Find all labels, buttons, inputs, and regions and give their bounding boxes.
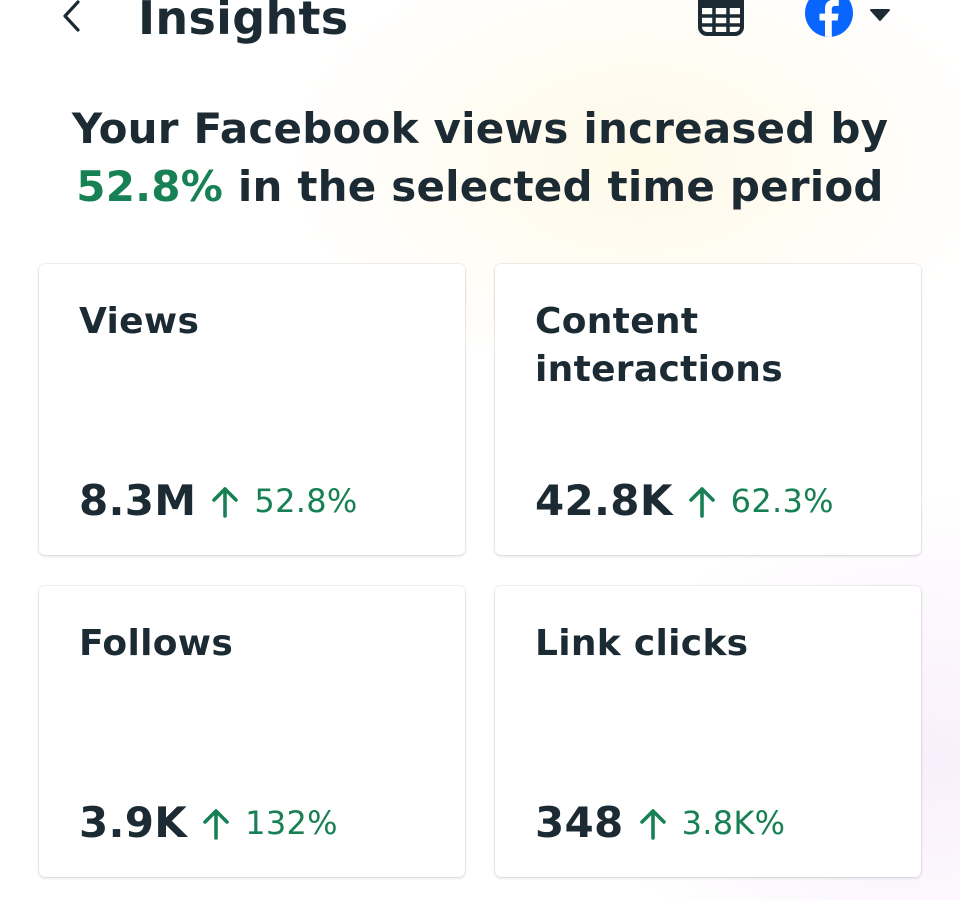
card-metric: 8.3M 52.8% bbox=[79, 472, 358, 530]
metric-card-follows[interactable]: Follows 3.9K 132% bbox=[39, 586, 465, 877]
arrow-up-icon bbox=[688, 487, 715, 518]
metric-change: 62.3% bbox=[730, 482, 834, 520]
metric-card-views[interactable]: Views 8.3M 52.8% bbox=[39, 264, 465, 555]
summary-suffix: in the selected time period bbox=[237, 162, 884, 211]
metric-change: 52.8% bbox=[254, 482, 358, 520]
arrow-up-icon bbox=[212, 487, 239, 518]
metric-change: 132% bbox=[245, 804, 338, 842]
summary-percent: 52.8% bbox=[76, 162, 224, 211]
date-range-button[interactable] bbox=[696, 0, 746, 40]
metric-card-link-clicks[interactable]: Link clicks 348 3.8K% bbox=[495, 586, 921, 877]
insights-summary: Your Facebook views increased by 52.8% i… bbox=[40, 100, 920, 216]
card-metric: 348 3.8K% bbox=[535, 794, 785, 852]
metric-value: 8.3M bbox=[79, 476, 197, 525]
card-metric: 42.8K 62.3% bbox=[535, 472, 834, 530]
chevron-left-icon bbox=[63, 0, 80, 32]
metric-card-content-interactions[interactable]: Content interactions 42.8K 62.3% bbox=[495, 264, 921, 555]
summary-prefix: Your Facebook views increased by bbox=[71, 104, 889, 153]
metric-value: 3.9K bbox=[79, 798, 188, 847]
arrow-up-icon bbox=[203, 809, 229, 840]
caret-down-icon bbox=[870, 9, 890, 21]
card-title: Content interactions bbox=[535, 301, 783, 390]
card-metric: 3.9K 132% bbox=[79, 794, 338, 852]
back-button[interactable] bbox=[50, 0, 94, 38]
arrow-up-icon bbox=[639, 809, 666, 840]
account-switcher[interactable] bbox=[798, 0, 898, 40]
metric-value: 42.8K bbox=[535, 476, 673, 525]
card-title: Follows bbox=[79, 623, 234, 664]
card-title: Link clicks bbox=[535, 623, 749, 664]
facebook-logo-icon bbox=[805, 0, 853, 37]
app-header: Insights bbox=[0, 0, 960, 50]
metric-value: 348 bbox=[535, 798, 624, 847]
card-title: Views bbox=[79, 301, 200, 342]
calendar-icon bbox=[698, 0, 744, 36]
metric-change: 3.8K% bbox=[681, 804, 786, 842]
page-title: Insights bbox=[138, 0, 349, 45]
